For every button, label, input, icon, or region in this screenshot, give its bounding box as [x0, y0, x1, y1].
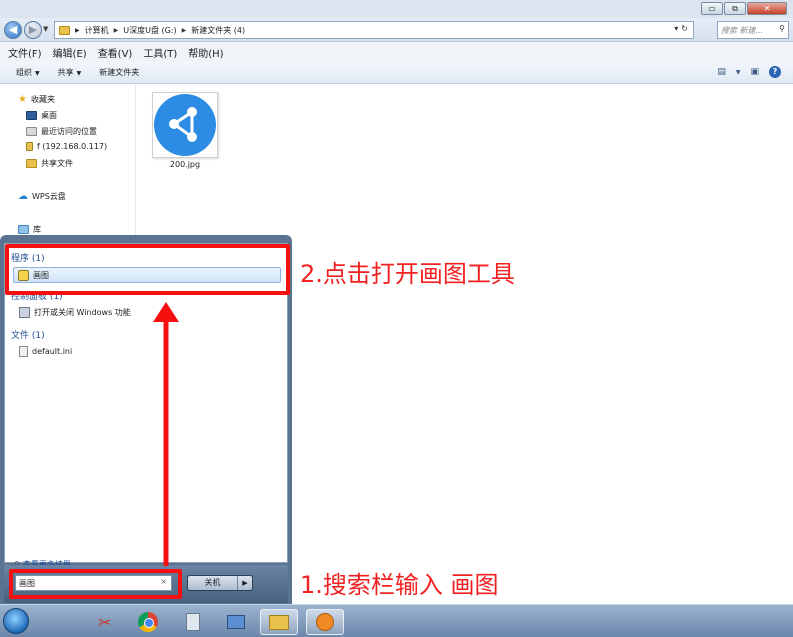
- cloud-icon: ☁: [18, 191, 28, 202]
- chevron-down-icon: ▼: [35, 70, 40, 77]
- folder-icon: [269, 614, 289, 630]
- nav-desktop[interactable]: 桌面: [26, 110, 57, 121]
- nav-shared-files-label: 共享文件: [41, 159, 73, 168]
- desktop-icon: [26, 111, 37, 120]
- file-name[interactable]: 200.jpg: [152, 160, 218, 169]
- menu-edit[interactable]: 编辑(E): [53, 45, 87, 60]
- menu-tools[interactable]: 工具(T): [143, 45, 177, 60]
- view-controls: ▤ ▼ ▣ ?: [717, 66, 781, 78]
- taskbar: ✂: [0, 604, 793, 637]
- menu-file[interactable]: 文件(F): [8, 45, 42, 60]
- chevron-down-icon: ▼: [76, 70, 82, 77]
- start-button-icon[interactable]: [3, 608, 29, 634]
- address-bar-actions: ▾ ↻: [674, 24, 688, 33]
- nav-library[interactable]: 库: [18, 224, 41, 235]
- share-logo-image: [154, 94, 216, 156]
- view-mode-icon[interactable]: ▤: [717, 67, 726, 77]
- menu-bar: 文件(F) 编辑(E) 查看(V) 工具(T) 帮助(H): [0, 42, 793, 62]
- breadcrumb-separator-icon[interactable]: ▶: [114, 27, 119, 34]
- ini-file-icon: [19, 346, 28, 357]
- file-result-label: default.ini: [32, 347, 73, 356]
- nav-recent-label: 最近访问的位置: [41, 127, 97, 136]
- address-bar[interactable]: ▶ 计算机 ▶ U深度U盘 (G:) ▶ 新建文件夹 (4) ▾ ↻: [54, 21, 694, 39]
- nav-wps-cloud[interactable]: ☁ WPS云盘: [18, 191, 66, 202]
- nav-shared-files[interactable]: 共享文件: [26, 158, 73, 169]
- nav-desktop-label: 桌面: [41, 111, 57, 120]
- organize-button[interactable]: 组织 ▼: [16, 67, 40, 78]
- back-button[interactable]: ◀: [4, 21, 22, 39]
- shutdown-label[interactable]: 关机: [188, 576, 238, 590]
- taskbar-app-icon[interactable]: [306, 609, 344, 635]
- address-dropdown-icon[interactable]: ▾: [674, 24, 678, 33]
- nav-wps-cloud-label: WPS云盘: [32, 192, 66, 201]
- search-input[interactable]: 搜索 新建... ⚲: [717, 21, 789, 39]
- taskbar-explorer-icon[interactable]: [260, 609, 298, 635]
- breadcrumb-separator-icon[interactable]: ▶: [75, 27, 80, 34]
- menu-help[interactable]: 帮助(H): [188, 45, 223, 60]
- star-icon: ★: [18, 94, 27, 105]
- breadcrumb-separator-icon[interactable]: ▶: [182, 27, 187, 34]
- shutdown-options-icon[interactable]: ▶: [238, 576, 252, 590]
- taskbar-chrome-icon[interactable]: [129, 609, 167, 635]
- recent-pages-dropdown-icon[interactable]: ▼: [43, 25, 48, 33]
- preview-pane-icon[interactable]: ▣: [750, 67, 759, 77]
- annotation-step-2: 2.点击打开画图工具: [300, 260, 515, 288]
- refresh-icon[interactable]: ↻: [681, 24, 688, 33]
- folder-icon: [26, 159, 37, 168]
- view-dropdown-icon[interactable]: ▼: [736, 69, 741, 76]
- highlight-box-paint: [5, 244, 290, 295]
- close-button[interactable]: ✕: [747, 2, 787, 15]
- group-files-header[interactable]: 文件 (1): [11, 328, 45, 341]
- window-controls: ▭ ⧉ ✕: [701, 2, 787, 15]
- nav-network-share[interactable]: f (192.168.0.117): [26, 142, 107, 151]
- nav-favorites-label: 收藏夹: [30, 95, 55, 104]
- app-logo-icon: [316, 613, 334, 631]
- search-icon[interactable]: ⚲: [779, 24, 785, 33]
- organize-label: 组织: [16, 68, 32, 77]
- new-folder-button[interactable]: 新建文件夹: [99, 67, 139, 78]
- highlight-box-search: [9, 569, 182, 599]
- nav-network-share-label: f (192.168.0.117): [37, 142, 108, 151]
- control-panel-item-label: 打开或关闭 Windows 功能: [34, 308, 131, 317]
- file-thumbnail[interactable]: [152, 92, 218, 158]
- windows-features-icon: [19, 307, 30, 318]
- breadcrumb-folder[interactable]: 新建文件夹 (4): [191, 25, 245, 36]
- command-bar: 组织 ▼ 共享 ▼ 新建文件夹 ▤ ▼ ▣ ?: [0, 62, 793, 84]
- taskbar-tool-icon[interactable]: ✂: [86, 609, 124, 635]
- share-button[interactable]: 共享 ▼: [58, 67, 82, 78]
- menu-view[interactable]: 查看(V): [98, 45, 133, 60]
- control-panel-item[interactable]: 打开或关闭 Windows 功能: [19, 307, 131, 318]
- nav-favorites[interactable]: ★ 收藏夹: [18, 94, 55, 105]
- address-row: ◀ ▶ ▼ ▶ 计算机 ▶ U深度U盘 (G:) ▶ 新建文件夹 (4) ▾ ↻…: [0, 18, 793, 42]
- taskbar-network-icon[interactable]: [217, 609, 255, 635]
- shutdown-button[interactable]: 关机 ▶: [187, 575, 253, 591]
- share-icon: [169, 107, 197, 142]
- chrome-icon: [138, 612, 158, 632]
- maximize-button[interactable]: ⧉: [724, 2, 746, 15]
- search-placeholder: 搜索 新建...: [721, 26, 764, 35]
- breadcrumb-computer[interactable]: 计算机: [85, 25, 109, 36]
- help-icon[interactable]: ?: [769, 66, 781, 78]
- folder-icon: [59, 25, 70, 35]
- nav-library-label: 库: [33, 225, 41, 234]
- library-icon: [18, 225, 29, 234]
- file-result-item[interactable]: default.ini: [19, 346, 72, 357]
- title-bar: ▭ ⧉ ✕: [0, 0, 793, 18]
- recent-places-icon: [26, 127, 37, 136]
- calculator-icon: [186, 613, 200, 631]
- share-label: 共享: [57, 68, 74, 77]
- breadcrumb-drive[interactable]: U深度U盘 (G:): [123, 25, 176, 36]
- scissors-icon: ✂: [98, 612, 112, 632]
- network-drive-icon: [26, 142, 33, 151]
- forward-button[interactable]: ▶: [24, 21, 42, 39]
- minimize-button[interactable]: ▭: [701, 2, 723, 15]
- monitor-icon: [227, 615, 245, 629]
- nav-recent[interactable]: 最近访问的位置: [26, 126, 97, 137]
- taskbar-calculator-icon[interactable]: [174, 609, 212, 635]
- annotation-arrow-icon: [153, 302, 179, 566]
- annotation-step-1: 1.搜索栏输入 画图: [300, 571, 499, 599]
